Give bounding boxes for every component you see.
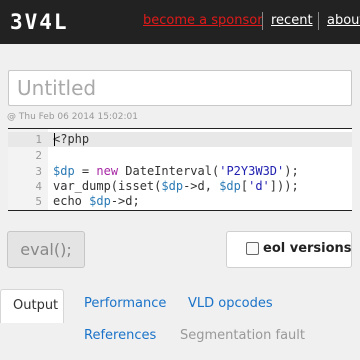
tab-output[interactable]: Output: [0, 289, 64, 323]
function-token: var_dump(isset(: [53, 179, 162, 193]
line-number: 1: [35, 133, 42, 146]
about-link[interactable]: about: [327, 13, 360, 29]
property-token: ->d;: [110, 194, 140, 208]
string-token: 'P2Y3W3D': [219, 164, 285, 178]
line-number: 2: [35, 149, 42, 162]
code-line-3: $dp = new DateInterval('P2Y3W3D');: [53, 164, 299, 179]
title-field[interactable]: [8, 70, 352, 106]
code-line-5: echo $dp->d;: [53, 194, 140, 209]
tab-performance[interactable]: Performance: [84, 296, 166, 312]
class-token: DateInterval(: [118, 164, 220, 178]
text-cursor: [54, 133, 55, 146]
nav-divider: [318, 12, 319, 30]
variable-token: $dp: [219, 179, 241, 193]
variable-token: $dp: [89, 194, 111, 208]
timestamp: @ Thu Feb 06 2014 15:02:01: [7, 112, 138, 122]
variable-token: $dp: [53, 164, 75, 178]
tab-segmentation-fault[interactable]: Segmentation fault: [180, 328, 305, 344]
line-number: 5: [35, 195, 42, 208]
code-line-1: <?php: [53, 132, 89, 147]
site-logo[interactable]: 3V4L: [10, 9, 69, 35]
become-sponsor-link[interactable]: become a sponsor: [143, 13, 263, 29]
eol-versions-checkbox[interactable]: [246, 242, 259, 255]
punctuation-token: );: [284, 164, 299, 178]
string-token: 'd': [248, 179, 270, 193]
line-number: 4: [35, 180, 42, 193]
code-editor[interactable]: 1 2 3 4 5 <?php $dp = new DateInterval('…: [8, 128, 352, 211]
code-line-4: var_dump(isset($dp->d, $dp['d']));: [53, 179, 299, 194]
punctuation-token: ]));: [269, 179, 299, 193]
tab-vld-opcodes[interactable]: VLD opcodes: [188, 296, 273, 312]
eval-button[interactable]: eval();: [7, 231, 85, 268]
recent-link[interactable]: recent: [271, 13, 313, 29]
operator-token: =: [74, 164, 97, 178]
eol-versions-label[interactable]: eol versions: [263, 241, 352, 257]
property-token: ->d,: [183, 179, 220, 193]
keyword-token: new: [96, 164, 119, 178]
nav-divider: [262, 12, 263, 30]
title-input[interactable]: [9, 71, 351, 105]
tab-references[interactable]: References: [84, 328, 156, 344]
top-bar: 3V4L become a sponsor recent about: [0, 0, 360, 44]
line-number: 3: [35, 165, 42, 178]
php-open-tag: <?php: [53, 132, 90, 146]
eol-versions-toggle[interactable]: eol versions: [226, 231, 352, 268]
keyword-token: echo: [53, 194, 90, 208]
variable-token: $dp: [161, 179, 184, 193]
